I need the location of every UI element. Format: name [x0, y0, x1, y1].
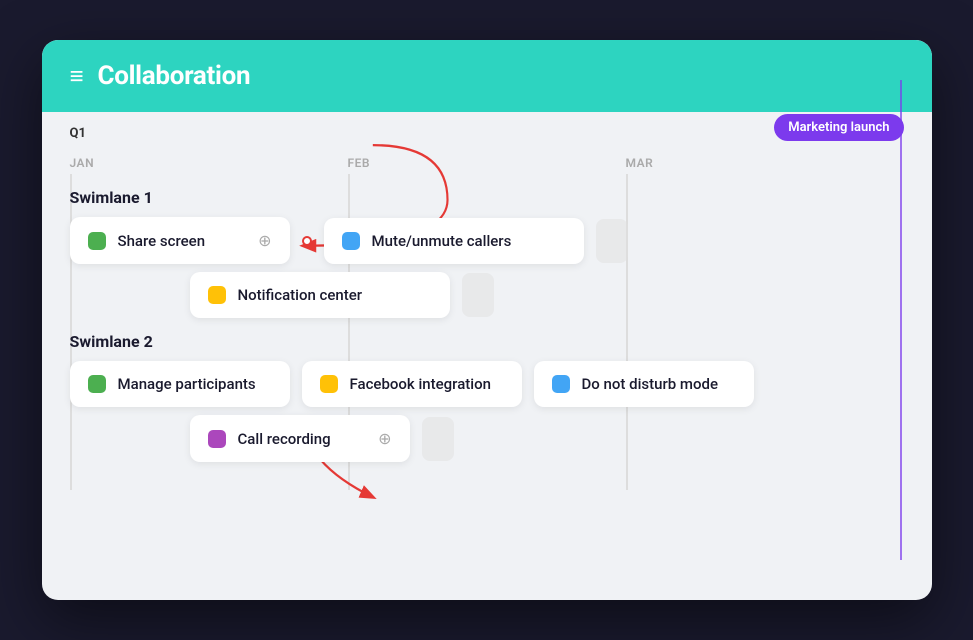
call-recording-link-icon[interactable]: ⊕ [378, 429, 391, 448]
link-icon[interactable]: ⊕ [258, 231, 271, 250]
main-container: ≡ Collaboration Q1 JAN FEB MAR Marketing… [42, 40, 932, 600]
manage-participants-color [88, 375, 106, 393]
do-not-disturb-card[interactable]: Do not disturb mode [534, 361, 754, 407]
placeholder-1 [596, 219, 628, 263]
share-screen-color [88, 232, 106, 250]
dnd-color [552, 375, 570, 393]
facebook-label: Facebook integration [350, 375, 491, 393]
content-area: Q1 JAN FEB MAR Marketing launch [42, 112, 932, 490]
connect-dot [302, 236, 312, 246]
facebook-integration-card[interactable]: Facebook integration [302, 361, 522, 407]
notification-label: Notification center [238, 286, 363, 304]
swimlane-2: Swimlane 2 Manage participants Facebook … [70, 332, 904, 462]
dnd-label: Do not disturb mode [582, 375, 718, 393]
header: ≡ Collaboration [42, 40, 932, 112]
milestone-badge: Marketing launch [774, 114, 903, 141]
timeline-header: Q1 JAN FEB MAR Marketing launch [70, 112, 904, 174]
mute-callers-card[interactable]: Mute/unmute callers [324, 218, 584, 264]
mute-callers-label: Mute/unmute callers [372, 232, 512, 250]
swimlane-1-row-2: Notification center [190, 272, 904, 318]
month-jan: JAN [70, 156, 348, 170]
header-icon: ≡ [70, 64, 84, 88]
notification-color [208, 286, 226, 304]
facebook-color [320, 375, 338, 393]
share-screen-card[interactable]: Share screen ⊕ [70, 217, 290, 264]
swimlane-1: Swimlane 1 Share screen ⊕ Mute/unmute ca… [70, 188, 904, 318]
month-mar: MAR [626, 156, 904, 170]
page-title: Collaboration [98, 61, 251, 91]
call-recording-card[interactable]: Call recording ⊕ [190, 415, 410, 462]
mute-callers-color [342, 232, 360, 250]
placeholder-3 [422, 417, 454, 461]
swimlane-2-label: Swimlane 2 [70, 332, 904, 351]
call-recording-color [208, 430, 226, 448]
manage-participants-label: Manage participants [118, 375, 256, 393]
manage-participants-card[interactable]: Manage participants [70, 361, 290, 407]
call-recording-label: Call recording [238, 430, 331, 448]
month-feb: FEB [348, 156, 626, 170]
quarter-label: Q1 [70, 126, 86, 141]
swimlane-2-row-2: Call recording ⊕ [190, 415, 904, 462]
swimlane-1-label: Swimlane 1 [70, 188, 904, 207]
placeholder-2 [462, 273, 494, 317]
notification-center-card[interactable]: Notification center [190, 272, 450, 318]
swimlane-1-row-1: Share screen ⊕ Mute/unmute callers [70, 217, 904, 264]
share-screen-label: Share screen [118, 232, 206, 250]
swimlane-2-row-1: Manage participants Facebook integration… [70, 361, 904, 407]
